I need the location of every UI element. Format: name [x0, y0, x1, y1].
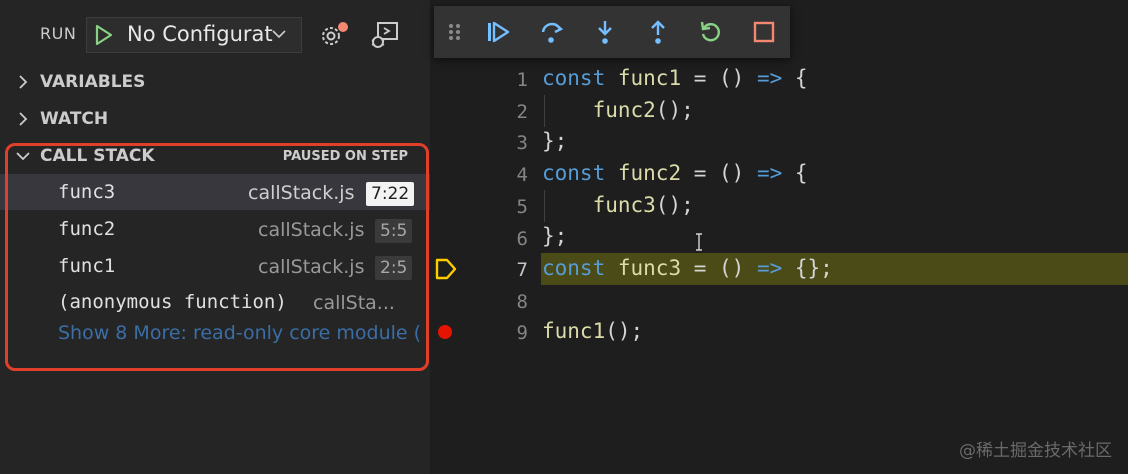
restart-icon[interactable] — [697, 18, 725, 46]
section-watch[interactable]: WATCH — [0, 101, 430, 137]
stack-frame[interactable]: func2 callStack.js 5:5 — [0, 211, 430, 247]
line-number: 7 — [516, 259, 528, 281]
line-number: 1 — [516, 69, 528, 91]
show-more-frames-link[interactable]: Show 8 More: read-only core module ( — [58, 322, 430, 344]
step-out-icon[interactable] — [644, 18, 672, 46]
drag-handle-icon[interactable] — [446, 18, 464, 46]
code-line: const func2 = () => { — [542, 161, 808, 185]
line-number: 5 — [516, 196, 528, 218]
frame-location-badge: 5:5 — [375, 219, 413, 243]
frame-file: callStack.js — [248, 182, 355, 204]
frame-function: func3 — [58, 181, 116, 203]
stack-frame[interactable]: func1 callStack.js 2:5 — [0, 248, 430, 284]
run-label: RUN — [40, 24, 77, 43]
frame-function: func1 — [58, 255, 116, 277]
line-number: 4 — [516, 164, 528, 186]
code-line: }; — [542, 129, 568, 153]
code-line: const func1 = () => { — [542, 66, 808, 90]
watermark: @稀土掘金技术社区 — [959, 441, 1112, 461]
code-editor[interactable]: 1 2 3 4 5 6 7 8 9 const func1 = () => { … — [430, 0, 1128, 474]
section-variables[interactable]: VARIABLES — [0, 64, 430, 100]
section-title-variables: VARIABLES — [40, 72, 146, 92]
configuration-value: No Configurat — [127, 22, 273, 46]
run-header: RUN No Configurat — [0, 0, 430, 64]
chevron-right-icon — [19, 75, 28, 89]
frame-location-badge: 7:22 — [366, 182, 415, 206]
breakpoint-icon[interactable] — [438, 325, 452, 339]
chevron-down-icon — [272, 30, 286, 39]
debug-sidebar: RUN No Configurat VARIABLES WATCH CALL S… — [0, 0, 430, 474]
code-line-current: const func3 = () => {}; — [542, 256, 833, 280]
code-line: func2(); — [592, 98, 694, 122]
section-title-call-stack: CALL STACK — [40, 146, 155, 166]
section-call-stack[interactable]: CALL STACK PAUSED ON STEP — [0, 138, 430, 174]
step-over-icon[interactable] — [538, 18, 566, 46]
line-number: 2 — [516, 101, 528, 123]
code-line: }; — [542, 224, 568, 248]
gear-icon[interactable] — [318, 20, 350, 50]
frame-location-badge: 2:5 — [375, 256, 413, 280]
stack-frame[interactable]: func3 callStack.js 7:22 — [0, 174, 430, 210]
step-into-icon[interactable] — [591, 18, 619, 46]
frame-file: callStack.js — [258, 219, 365, 241]
frame-file: callStack.js — [258, 256, 365, 278]
call-stack-status: PAUSED ON STEP — [282, 149, 408, 164]
chevron-right-icon — [19, 112, 28, 126]
code-line: func3(); — [592, 193, 694, 217]
line-number: 8 — [516, 291, 528, 313]
debug-toolbar — [434, 6, 790, 58]
section-title-watch: WATCH — [40, 109, 109, 129]
text-cursor-icon — [696, 233, 702, 251]
frame-function: (anonymous function) — [58, 291, 287, 313]
frame-file: callSta... — [313, 292, 395, 314]
debug-console-icon[interactable] — [370, 20, 400, 50]
code-line: func1(); — [542, 319, 644, 343]
stack-frame[interactable]: (anonymous function) callSta... — [0, 284, 430, 320]
line-number: 6 — [516, 228, 528, 250]
continue-icon[interactable] — [484, 18, 512, 46]
start-debugging-icon[interactable] — [95, 24, 113, 46]
frame-function: func2 — [58, 218, 116, 240]
configuration-select[interactable]: No Configurat — [86, 17, 302, 53]
stop-icon[interactable] — [750, 18, 778, 46]
current-stack-frame-icon — [435, 258, 457, 280]
line-number: 3 — [516, 132, 528, 154]
line-number: 9 — [516, 322, 528, 344]
chevron-down-icon — [16, 152, 30, 161]
